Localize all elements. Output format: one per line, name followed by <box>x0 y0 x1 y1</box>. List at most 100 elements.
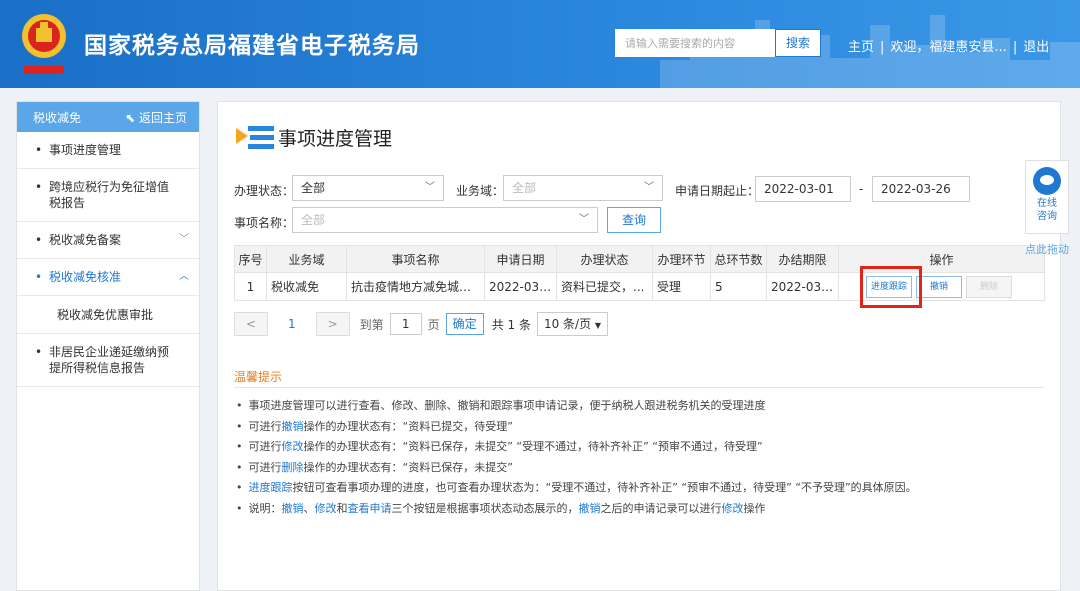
cell-status: 资料已提交，... <box>556 272 653 301</box>
pagination: < 1 > 到第 1 页 确定 共 1 条 10 条/页 ▼ <box>234 312 609 336</box>
tip-link-modify: 修改 <box>314 501 337 515</box>
tip-text: 说明： <box>248 501 282 515</box>
tip-text: 之后的申请记录可以进行 <box>600 501 722 515</box>
tip-link-modify: 修改 <box>281 440 304 453</box>
tip-link-delete: 删除 <box>281 460 304 474</box>
tip-item: • 说明：撤销、修改和查看申请三个按钮是根据事项状态动态展示的，撤销之后的申请记录… <box>236 501 766 515</box>
column-header: 事项名称 <box>346 245 485 273</box>
goto-prefix: 到第 <box>359 317 384 332</box>
list-title-icon <box>236 125 274 149</box>
status-select[interactable]: 全部 ﹀ <box>292 175 444 201</box>
chevron-down-icon: ﹀ <box>644 182 654 193</box>
sidebar-section-title: 税收减免 <box>33 110 82 125</box>
item-name-value: 全部 <box>301 213 326 227</box>
next-page-button[interactable]: > <box>315 312 350 336</box>
tip-text: 事项进度管理可以进行查看、修改、删除、撤销和跟踪事项申请记录，便于纳税人跟进税务… <box>248 399 766 412</box>
column-header: 申请日期 <box>484 245 557 273</box>
tip-item: • 进度跟踪按钮可查看事项办理的进度，也可查看办理状态为：“受理不通过，待补齐补正… <box>236 481 917 494</box>
delete-button[interactable]: 删除 <box>966 275 1012 298</box>
sidebar-item-progress[interactable]: • 事项进度管理 <box>17 132 199 169</box>
column-header: 总环节数 <box>710 245 767 273</box>
column-header: 序号 <box>234 245 267 273</box>
progress-table: 序号 业务域 事项名称 申请日期 办理状态 办理环节 总环节数 办结期限 操作 … <box>234 245 1045 301</box>
tip-item: • 可进行撤销操作的办理状态有：“资料已提交，待受理” <box>236 419 513 433</box>
status-label: 办理状态： <box>234 184 295 198</box>
tip-link-revoke: 撤销 <box>281 419 304 433</box>
tip-text: 可进行 <box>248 419 282 433</box>
sidebar-item-label: 跨境应税行为免征增值税报告 <box>49 180 170 210</box>
page-size-select[interactable]: 10 条/页 ▼ <box>536 312 609 336</box>
column-header: 办理环节 <box>652 245 711 273</box>
chevron-down-icon: ﹀ <box>179 234 189 245</box>
bullet-icon: • <box>35 270 43 284</box>
home-link[interactable]: 主页 <box>848 40 874 55</box>
cell-total: 5 <box>710 272 767 301</box>
online-consult-button[interactable]: 在线咨询 <box>1025 160 1069 234</box>
tip-text: 、 <box>303 501 315 515</box>
sidebar: 税收减免 ⬉ 返回主页 • 事项进度管理 • 跨境应税行为免征增值税报告 • 税… <box>16 101 200 591</box>
back-arrow-icon: ⬉ <box>125 110 139 125</box>
sidebar-item-cross-border[interactable]: • 跨境应税行为免征增值税报告 <box>17 169 199 222</box>
separator: | <box>1012 40 1018 55</box>
date-from-input[interactable]: 2022-03-01 <box>755 176 851 202</box>
tip-text: 操作的办理状态有：“资料已保存，未提交” <box>303 460 513 474</box>
back-home-label: 返回主页 <box>138 110 187 125</box>
item-name-select[interactable]: 全部 ﹀ <box>292 207 598 233</box>
main-panel: 事项进度管理 办理状态： 全部 ﹀ 业务域： 全部 ﹀ 申请日期起止： 2022… <box>217 101 1061 591</box>
sidebar-item-nonresident[interactable]: • 非居民企业递延缴纳预提所得税信息报告 <box>17 334 199 387</box>
tip-link-modify: 修改 <box>721 501 744 515</box>
tip-text: 操作 <box>743 501 766 515</box>
table-row: 1 税收减免 抗击疫情地方减免城镇... 2022-03-26 资料已提交，..… <box>234 272 1045 301</box>
back-home-button[interactable]: ⬉ 返回主页 <box>125 109 187 126</box>
revoke-button[interactable]: 撤销 <box>916 275 962 298</box>
tips-list: • 事项进度管理可以进行查看、修改、删除、撤销和跟踪事项申请记录，便于纳税人跟进税… <box>236 396 917 519</box>
date-to-input[interactable]: 2022-03-26 <box>872 176 970 202</box>
tax-emblem-logo <box>22 14 66 74</box>
domain-select[interactable]: 全部 ﹀ <box>503 175 663 201</box>
sidebar-item-label: 非居民企业递延缴纳预提所得税信息报告 <box>49 345 170 375</box>
cell-stage: 受理 <box>652 272 711 301</box>
tip-item: • 可进行删除操作的办理状态有：“资料已保存，未提交” <box>236 460 513 474</box>
site-title: 国家税务总局福建省电子税务局 <box>84 33 420 59</box>
page-size-value: 10 条/页 <box>543 317 592 331</box>
search-button[interactable]: 搜索 <box>775 29 821 57</box>
chevron-up-icon: ︿ <box>179 271 189 282</box>
sidebar-item-filing[interactable]: • 税收减免备案 ﹀ <box>17 222 199 259</box>
current-page[interactable]: 1 <box>288 317 296 331</box>
tip-text: 可进行 <box>248 460 282 474</box>
search-input[interactable] <box>615 29 775 57</box>
divider <box>234 387 1044 388</box>
page-header: 事项进度管理 <box>236 124 392 151</box>
tip-text: 按钮可查看事项办理的进度，也可查看办理状态为：“受理不通过，待补齐补正” “预审… <box>292 481 917 494</box>
drag-handle[interactable]: 点此拖动 <box>1025 241 1069 257</box>
item-name-label: 事项名称： <box>234 216 295 230</box>
tip-item: • 事项进度管理可以进行查看、修改、删除、撤销和跟踪事项申请记录，便于纳税人跟进税… <box>236 399 766 412</box>
sidebar-header: 税收减免 ⬉ 返回主页 <box>17 102 199 132</box>
site-header: 国家税务总局福建省电子税务局 搜索 主页 | 欢迎，福建惠安县... | 退出 <box>0 0 1080 88</box>
column-header: 办理状态 <box>556 245 653 273</box>
domain-value: 全部 <box>512 181 537 195</box>
cell-name: 抗击疫情地方减免城镇... <box>346 272 485 301</box>
domain-label: 业务域： <box>456 184 505 198</box>
dropdown-arrow-icon: ▼ <box>594 321 602 330</box>
cell-date: 2022-03-26 <box>484 272 557 301</box>
prev-page-button[interactable]: < <box>234 312 268 336</box>
goto-page-input[interactable]: 1 <box>389 313 422 335</box>
tip-text: 三个按钮是根据事项状态动态展示的， <box>391 501 579 515</box>
tip-link-revoke: 撤销 <box>578 501 601 515</box>
column-header: 办结期限 <box>766 245 839 273</box>
cell-deadline: 2022-03-30 <box>766 272 839 301</box>
logout-link[interactable]: 退出 <box>1023 40 1049 55</box>
tip-text: 可进行 <box>248 440 282 453</box>
tip-link-track: 进度跟踪 <box>248 481 293 494</box>
table-header-row: 序号 业务域 事项名称 申请日期 办理状态 办理环节 总环节数 办结期限 操作 <box>234 245 1045 273</box>
goto-confirm-button[interactable]: 确定 <box>445 313 484 335</box>
sidebar-item-approval[interactable]: • 税收减免核准 ︿ <box>17 259 199 296</box>
tip-link-revoke: 撤销 <box>281 501 304 515</box>
tips-title: 温馨提示 <box>234 370 283 384</box>
welcome-user-link[interactable]: 欢迎，福建惠安县... <box>890 40 1006 55</box>
query-button[interactable]: 查询 <box>607 207 661 233</box>
sidebar-subitem-preferential[interactable]: 税收减免优惠审批 <box>17 296 199 334</box>
chevron-down-icon: ﹀ <box>425 182 435 193</box>
bullet-icon: • <box>35 180 43 194</box>
